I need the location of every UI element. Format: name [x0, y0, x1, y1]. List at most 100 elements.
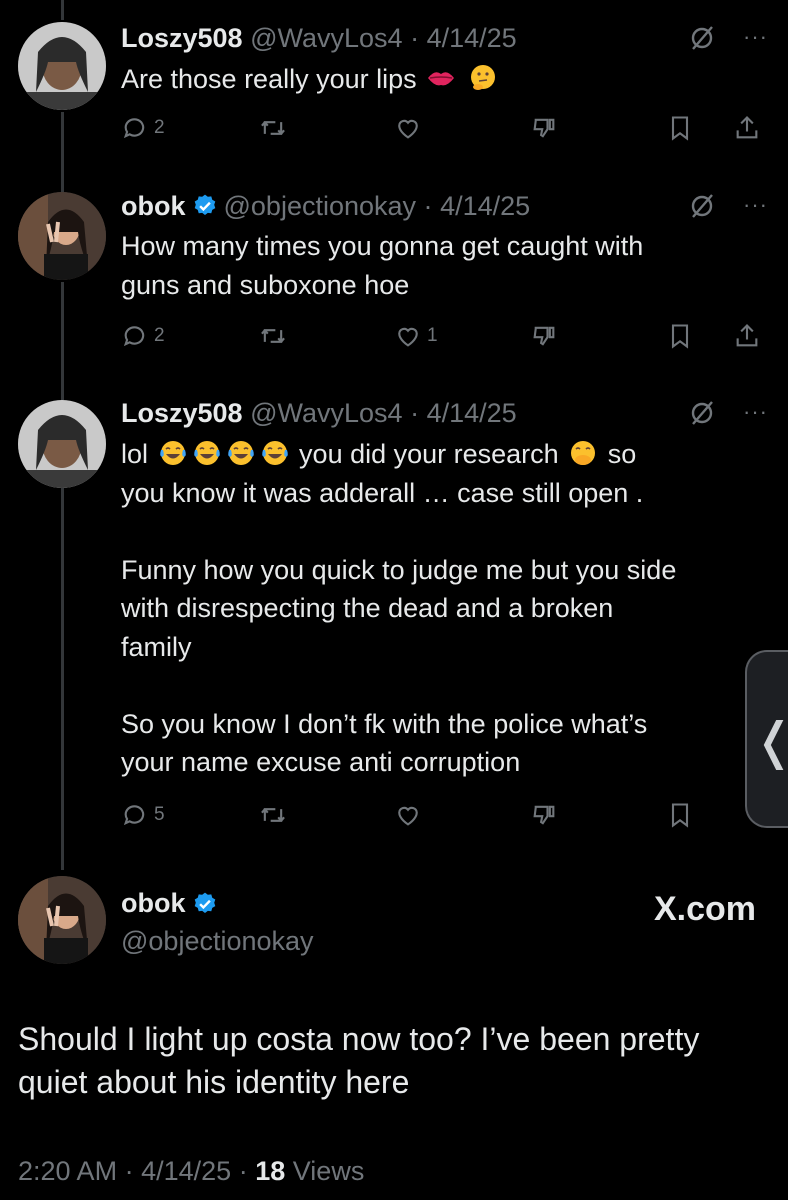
verified-badge-icon — [192, 891, 218, 917]
tweet-text-fragment: so — [607, 439, 637, 469]
lips-emoji — [426, 63, 456, 93]
share-icon — [733, 322, 764, 350]
retweet-icon — [259, 801, 290, 829]
grok-icon[interactable] — [688, 24, 716, 52]
main-tweet-text: Should I light up costa now too? I’ve be… — [18, 1018, 758, 1104]
retweet-button[interactable] — [259, 111, 292, 145]
tweet-text: How many times you gonna get caught with… — [121, 227, 741, 304]
x-logo-watermark: X.com — [653, 890, 756, 928]
views-count[interactable]: 18 — [255, 1156, 285, 1186]
tweet-text-fragment: lol — [121, 439, 149, 469]
tweet-text-line: quiet about his identity here — [18, 1064, 410, 1100]
bookmark-button[interactable] — [666, 798, 697, 832]
like-button[interactable] — [394, 111, 427, 145]
bookmark-button[interactable] — [666, 319, 697, 353]
side-drawer-tab[interactable]: ❬ — [745, 650, 788, 828]
separator-dot: · — [410, 397, 420, 428]
share-button[interactable] — [733, 319, 764, 353]
reply-button[interactable]: 5 — [121, 798, 165, 832]
tweet-text-line — [121, 512, 741, 551]
username[interactable]: @WavyLos4 — [250, 398, 402, 429]
tweet-date[interactable]: 4/14/25 — [141, 1156, 231, 1186]
tweet-text-line — [121, 666, 741, 705]
tweet-metadata: 2:20 AM · 4/14/25 · 18 Views — [18, 1156, 364, 1187]
dislike-button[interactable] — [530, 319, 561, 353]
tweet-text: lol you did your research so you know it… — [121, 435, 741, 782]
tweet-text-line: family — [121, 631, 192, 662]
bookmark-button[interactable] — [666, 111, 697, 145]
like-count: 1 — [427, 325, 438, 346]
reply-icon — [121, 801, 152, 829]
chevron-left-icon: ❬ — [753, 712, 788, 770]
reply-tweet[interactable]: Loszy508 @WavyLos4 · 4/14/25 ··· lol you… — [0, 390, 788, 860]
avatar[interactable] — [18, 876, 106, 964]
like-button[interactable] — [394, 798, 427, 832]
more-options-icon[interactable]: ··· — [743, 24, 768, 50]
avatar[interactable] — [18, 400, 106, 488]
tears-of-joy-emoji — [260, 438, 290, 468]
more-options-icon[interactable]: ··· — [743, 399, 768, 425]
display-name[interactable]: obok — [121, 191, 186, 222]
avatar[interactable] — [18, 22, 106, 110]
reply-tweet[interactable]: obok @objectionokay · 4/14/25 ··· How ma… — [0, 180, 788, 390]
retweet-button[interactable] — [259, 319, 292, 353]
username[interactable]: @objectionokay — [224, 191, 417, 222]
dislike-button[interactable] — [530, 798, 561, 832]
tweet-date[interactable]: 4/14/25 — [440, 191, 530, 222]
more-options-icon[interactable]: ··· — [743, 192, 768, 218]
reply-button[interactable]: 2 — [121, 319, 165, 353]
tweet-actions: 5 — [121, 798, 771, 832]
retweet-icon — [259, 114, 290, 142]
separator-dot: · — [238, 1156, 248, 1186]
tweet-text-line: your name excuse anti corruption — [121, 747, 521, 777]
grok-icon[interactable] — [688, 399, 716, 427]
display-name[interactable]: Loszy508 — [121, 398, 243, 429]
dislike-icon — [530, 114, 561, 142]
tweet-text-line: How many times you gonna get caught with — [121, 231, 644, 261]
tweet-text-line: Funny how you quick to judge me but you … — [121, 554, 677, 585]
display-name[interactable]: Loszy508 — [121, 23, 243, 54]
tweet-text-fragment: you did your research — [299, 439, 559, 469]
bookmark-icon — [666, 114, 697, 142]
reply-count: 2 — [154, 117, 165, 138]
tweet-date[interactable]: 4/14/25 — [427, 398, 517, 429]
dislike-icon — [530, 322, 561, 350]
separator-dot: · — [124, 1156, 134, 1186]
tweet-text-line: Should I light up costa now too? I’ve be… — [18, 1021, 700, 1057]
tweet-text: Are those really your lips — [121, 60, 741, 99]
tweet-actions: 2 1 — [121, 319, 771, 353]
dislike-icon — [530, 801, 561, 829]
tweet-time[interactable]: 2:20 AM — [18, 1156, 117, 1186]
reply-count: 2 — [154, 325, 165, 346]
reply-button[interactable]: 2 — [121, 111, 165, 145]
reply-icon — [121, 322, 152, 350]
thinking-face-emoji — [468, 63, 498, 93]
tweet-date[interactable]: 4/14/25 — [427, 23, 517, 54]
tears-of-joy-emoji — [192, 438, 222, 468]
avatar[interactable] — [18, 192, 106, 280]
tears-of-joy-emoji — [226, 438, 256, 468]
bookmark-icon — [666, 322, 697, 350]
username[interactable]: @WavyLos4 — [250, 23, 402, 54]
tweet-actions: 2 — [121, 111, 771, 145]
like-button[interactable]: 1 — [394, 319, 438, 353]
tweet-text-line: Are those really your lips — [121, 64, 417, 94]
display-name[interactable]: obok — [121, 888, 186, 919]
grok-icon[interactable] — [688, 192, 716, 220]
separator-dot: · — [423, 190, 433, 221]
tears-of-joy-emoji — [158, 438, 188, 468]
reply-icon — [121, 114, 152, 142]
share-icon — [733, 114, 764, 142]
reply-count: 5 — [154, 804, 165, 825]
retweet-button[interactable] — [259, 798, 292, 832]
share-button[interactable] — [733, 111, 764, 145]
username[interactable]: @objectionokay — [121, 926, 314, 957]
dislike-button[interactable] — [530, 111, 561, 145]
views-label: Views — [292, 1156, 365, 1186]
face-with-hand-over-mouth-emoji — [568, 438, 598, 468]
main-author[interactable]: obok — [121, 888, 224, 919]
bookmark-icon — [666, 801, 697, 829]
reply-tweet[interactable]: Loszy508 @WavyLos4 · 4/14/25 ··· Are tho… — [0, 0, 788, 180]
tweet-text-line: guns and suboxone hoe — [121, 269, 410, 300]
tweet-text-line: with disrespecting the dead and a broken — [121, 593, 614, 623]
